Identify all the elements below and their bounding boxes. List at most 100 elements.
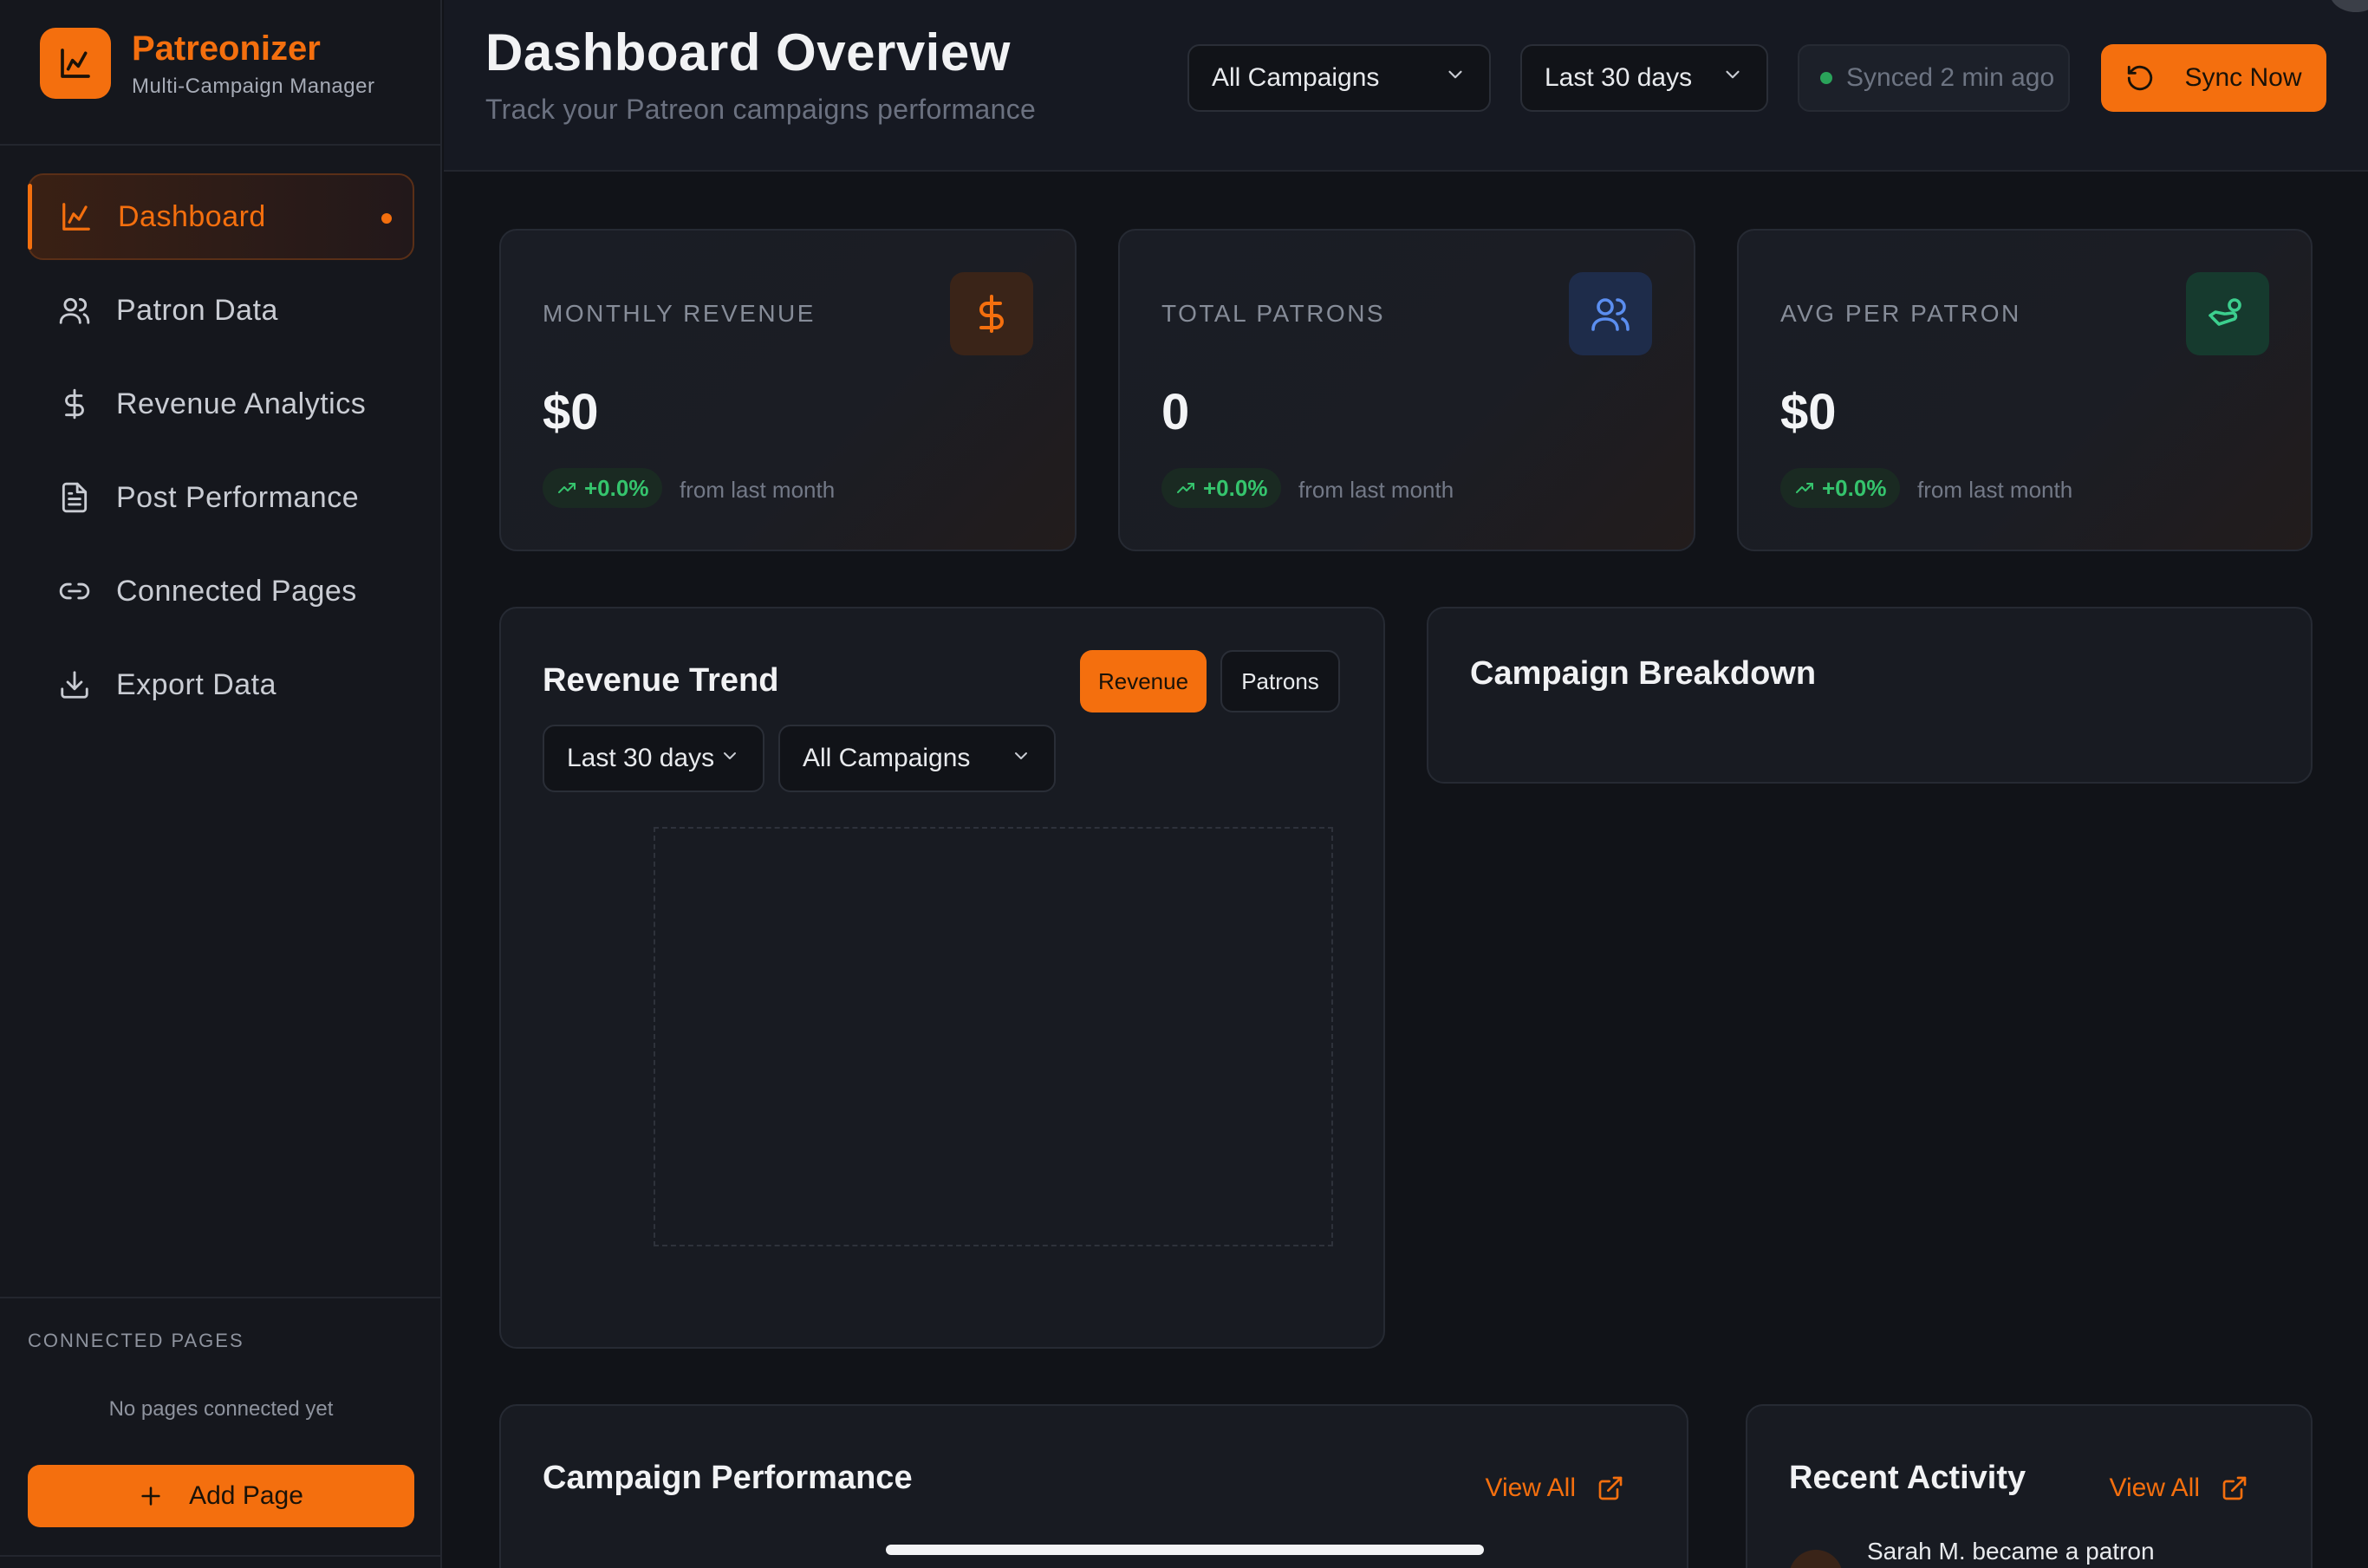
external-link-icon	[1597, 1474, 1624, 1502]
date-range-value: Last 30 days	[1545, 63, 1693, 92]
panel-title: Recent Activity	[1789, 1460, 2026, 1496]
download-icon	[57, 667, 92, 702]
divider	[0, 1555, 440, 1557]
external-link-icon	[2221, 1474, 2248, 1502]
view-all-link[interactable]: View All	[2109, 1474, 2248, 1503]
sidebar-item-revenue-analytics[interactable]: Revenue Analytics	[28, 361, 414, 447]
sidebar-item-label: Patron Data	[116, 293, 278, 327]
status-dot	[1820, 72, 1832, 84]
dollar-icon	[57, 387, 92, 421]
revenue-trend-panel: Revenue Trend Revenue Patrons Last 30 da…	[499, 607, 1385, 1349]
toggle-patrons-button[interactable]: Patrons	[1220, 650, 1340, 712]
divider	[0, 1297, 440, 1298]
divider	[0, 144, 440, 146]
stat-value: 0	[1161, 384, 1190, 440]
page-subtitle: Track your Patreon campaigns performance	[485, 94, 1037, 125]
app-name: Patreonizer	[132, 29, 321, 68]
campaign-select-value: All Campaigns	[1212, 63, 1380, 92]
trend-note: from last month	[1917, 477, 2073, 503]
sidebar-nav: Dashboard Patron Data Revenue Analytics	[28, 173, 414, 735]
trending-up-icon	[1794, 478, 1815, 498]
chevron-down-icon	[1011, 744, 1031, 773]
stat-value: $0	[543, 384, 599, 440]
trend-note: from last month	[680, 477, 836, 503]
stat-label: MONTHLY REVENUE	[543, 300, 816, 327]
active-indicator-dot	[381, 213, 392, 224]
sidebar-item-post-performance[interactable]: Post Performance	[28, 454, 414, 541]
dollar-icon	[950, 272, 1033, 355]
date-range-select[interactable]: Last 30 days	[1520, 44, 1768, 112]
add-page-label: Add Page	[189, 1481, 303, 1510]
stat-card-monthly-revenue: MONTHLY REVENUE $0 +0.0% from last month	[499, 229, 1077, 551]
trend-badge: +0.0%	[543, 468, 663, 508]
avatar	[1789, 1550, 1843, 1568]
view-all-label: View All	[1485, 1474, 1576, 1502]
chart-campaign-value: All Campaigns	[803, 744, 971, 772]
panel-title: Revenue Trend	[543, 662, 779, 699]
trend-value: +0.0%	[584, 474, 649, 501]
sidebar-item-patron-data[interactable]: Patron Data	[28, 267, 414, 354]
revenue-chart-area	[654, 827, 1333, 1246]
chevron-down-icon	[719, 744, 740, 773]
chart-icon	[59, 199, 94, 234]
campaign-performance-panel: Campaign Performance View All	[499, 1404, 1688, 1568]
brand[interactable]: Patreonizer Multi-Campaign Manager	[40, 28, 374, 99]
add-page-button[interactable]: Add Page	[28, 1465, 414, 1527]
users-icon	[57, 293, 92, 328]
panel-title: Campaign Performance	[543, 1460, 913, 1496]
stat-card-total-patrons: TOTAL PATRONS 0 +0.0% from last month	[1118, 229, 1695, 551]
sidebar-item-connected-pages[interactable]: Connected Pages	[28, 548, 414, 634]
activity-text: Sarah M. became a patron	[1867, 1538, 2155, 1565]
stat-label: TOTAL PATRONS	[1161, 300, 1386, 327]
connected-pages-empty: No pages connected yet	[108, 1397, 334, 1421]
trend-badge: +0.0%	[1780, 468, 1901, 508]
sidebar-item-label: Post Performance	[116, 480, 360, 514]
recent-activity-panel: Recent Activity View All Sarah M. became…	[1746, 1404, 2313, 1568]
plus-icon	[139, 1484, 163, 1508]
sync-status-text: Synced 2 min ago	[1846, 63, 2055, 92]
chevron-down-icon	[1721, 63, 1744, 93]
trend-badge: +0.0%	[1161, 468, 1282, 508]
view-all-label: View All	[2109, 1474, 2200, 1502]
user-avatar[interactable]	[2330, 0, 2368, 12]
chart-campaign-select[interactable]: All Campaigns	[778, 725, 1056, 792]
refresh-icon	[2125, 63, 2155, 93]
chart-range-value: Last 30 days	[567, 744, 715, 772]
stat-label: AVG PER PATRON	[1780, 300, 2021, 327]
sidebar: Patreonizer Multi-Campaign Manager Dashb…	[0, 0, 442, 1568]
sidebar-item-label: Connected Pages	[116, 574, 357, 608]
view-all-link[interactable]: View All	[1485, 1474, 1624, 1503]
campaign-select[interactable]: All Campaigns	[1187, 44, 1491, 112]
chart-icon	[40, 28, 111, 99]
sidebar-item-dashboard[interactable]: Dashboard	[28, 173, 414, 260]
hand-coin-icon	[2186, 272, 2269, 355]
stat-value: $0	[1780, 384, 1837, 440]
list-item[interactable]: Sarah M. became a patron	[1789, 1538, 2155, 1568]
sidebar-item-label: Dashboard	[118, 199, 266, 233]
sidebar-item-label: Revenue Analytics	[116, 387, 367, 420]
sync-now-button[interactable]: Sync Now	[2101, 44, 2326, 112]
top-header: Dashboard Overview Track your Patreon ca…	[444, 0, 2368, 172]
sync-now-label: Sync Now	[2184, 63, 2302, 92]
trend-value: +0.0%	[1822, 474, 1887, 501]
users-icon	[1569, 272, 1652, 355]
link-icon	[57, 574, 92, 608]
trend-note: from last month	[1298, 477, 1454, 503]
sync-status-badge: Synced 2 min ago	[1798, 44, 2070, 112]
panel-title: Campaign Breakdown	[1470, 655, 1817, 692]
home-indicator	[886, 1545, 1484, 1555]
chevron-down-icon	[1444, 63, 1467, 93]
connected-pages-label: CONNECTED PAGES	[28, 1330, 244, 1351]
trending-up-icon	[1175, 478, 1196, 498]
toggle-revenue-button[interactable]: Revenue	[1080, 650, 1207, 712]
campaign-breakdown-panel: Campaign Breakdown	[1427, 607, 2313, 784]
page-title: Dashboard Overview	[485, 23, 1011, 81]
sidebar-item-export-data[interactable]: Export Data	[28, 641, 414, 728]
trend-value: +0.0%	[1203, 474, 1268, 501]
trending-up-icon	[556, 478, 577, 498]
document-icon	[57, 480, 92, 515]
app-subtitle: Multi-Campaign Manager	[132, 75, 375, 98]
chart-range-select[interactable]: Last 30 days	[543, 725, 764, 792]
stat-card-avg-per-patron: AVG PER PATRON $0 +0.0% from last month	[1737, 229, 2313, 551]
sidebar-item-label: Export Data	[116, 667, 277, 701]
